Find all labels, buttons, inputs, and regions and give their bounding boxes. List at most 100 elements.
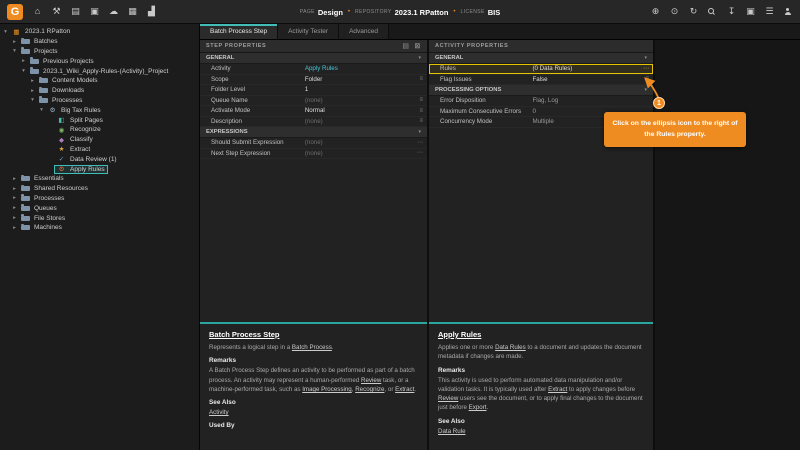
- tree-item-apply-rules[interactable]: ⚙Apply Rules: [0, 164, 199, 174]
- doc-link-review[interactable]: Review: [361, 377, 381, 384]
- tree-item-previous-projects[interactable]: ▸Previous Projects: [0, 56, 199, 66]
- download-icon[interactable]: ↧: [727, 7, 736, 16]
- doc-title-apply-rules[interactable]: Apply Rules: [438, 330, 644, 339]
- ellipsis-icon[interactable]: ⋯: [643, 66, 649, 72]
- tree-item-batches[interactable]: ▸Batches: [0, 37, 199, 47]
- save-icon[interactable]: ▤: [402, 42, 409, 50]
- doc-link-export[interactable]: Export: [469, 404, 487, 411]
- search-icon[interactable]: [708, 8, 717, 15]
- tree-item-queues[interactable]: ▸Queues: [0, 203, 199, 213]
- chevron-down-icon[interactable]: ▾: [2, 29, 9, 35]
- tree-item-2023-1-rpatton[interactable]: ▾▦2023.1 RPatton: [0, 27, 199, 37]
- menu-icon[interactable]: ≡: [645, 76, 649, 82]
- tree-item-content-models[interactable]: ▸Content Models: [0, 76, 199, 86]
- chevron-down-icon[interactable]: ▾: [20, 68, 27, 74]
- chevron-down-icon[interactable]: ▾: [11, 48, 18, 54]
- menu-icon[interactable]: ≡: [419, 97, 423, 103]
- doc-link-data-rules[interactable]: Data Rules: [495, 344, 526, 351]
- doc-link-image-processing[interactable]: Image Processing: [302, 386, 352, 393]
- chevron-collapse-icon[interactable]: ▾: [644, 87, 647, 93]
- chevron-right-icon[interactable]: ▸: [29, 88, 36, 94]
- tree-item-processes[interactable]: ▾Processes: [0, 96, 199, 106]
- chevron-right-icon[interactable]: ▸: [11, 176, 18, 182]
- refresh-icon[interactable]: ↻: [689, 7, 698, 16]
- batches-icon[interactable]: ▤: [71, 7, 80, 16]
- property-row-rules[interactable]: Rules(0 Data Rules)⋯: [429, 64, 653, 75]
- doc-link-extract[interactable]: Extract: [395, 386, 414, 393]
- property-row-next-step-expression[interactable]: Next Step Expression(none)⋯: [200, 149, 427, 160]
- layers-icon[interactable]: ☰: [765, 7, 774, 16]
- property-row-flag-issues[interactable]: Flag IssuesFalse≡: [429, 75, 653, 86]
- chevron-right-icon[interactable]: ▸: [20, 58, 27, 64]
- doc-title-batch-process-step[interactable]: Batch Process Step: [209, 330, 418, 339]
- projects-icon[interactable]: ▣: [90, 7, 99, 16]
- tree-item-content: File Stores: [18, 214, 68, 223]
- chevron-right-icon[interactable]: ▸: [11, 225, 18, 231]
- chevron-right-icon[interactable]: ▸: [11, 195, 18, 201]
- tree-item-essentials[interactable]: ▸Essentials: [0, 174, 199, 184]
- group-header-expressions[interactable]: EXPRESSIONS▾: [200, 127, 427, 138]
- tree-item-file-stores[interactable]: ▸File Stores: [0, 213, 199, 223]
- tab-advanced[interactable]: Advanced: [339, 24, 389, 39]
- chevron-down-icon[interactable]: ▾: [29, 97, 36, 103]
- tree-item-processes[interactable]: ▸Processes: [0, 194, 199, 204]
- tree-item-downloads[interactable]: ▸Downloads: [0, 86, 199, 96]
- tab-batch-process-step[interactable]: Batch Process Step: [200, 24, 278, 39]
- property-row-error-disposition[interactable]: ▸Error DispositionFlag, Log: [429, 96, 653, 107]
- chevron-right-icon[interactable]: ▸: [11, 186, 18, 192]
- group-header-general[interactable]: GENERAL▾: [200, 53, 427, 64]
- tree-item-shared-resources[interactable]: ▸Shared Resources: [0, 184, 199, 194]
- add-circle-icon[interactable]: ⊕: [651, 7, 660, 16]
- chevron-collapse-icon[interactable]: ▾: [644, 55, 647, 61]
- property-row-queue-name[interactable]: Queue Name(none)≡: [200, 96, 427, 107]
- doc-link-batch-process[interactable]: Batch Process: [292, 344, 332, 351]
- doc-link-activity[interactable]: Activity: [209, 409, 229, 416]
- property-row-folder-level[interactable]: Folder Level1: [200, 85, 427, 96]
- user-icon[interactable]: [784, 8, 793, 15]
- tab-activity-tester[interactable]: Activity Tester: [278, 24, 339, 39]
- ellipsis-icon[interactable]: ⋯: [417, 140, 423, 146]
- ellipsis-icon[interactable]: ⋯: [417, 150, 423, 156]
- home-icon[interactable]: ⌂: [33, 7, 42, 16]
- tree-item-classify[interactable]: ◆Classify: [0, 135, 199, 145]
- property-row-description[interactable]: Description(none)≡: [200, 117, 427, 128]
- doc-link-extract[interactable]: Extract: [548, 386, 567, 393]
- chevron-collapse-icon[interactable]: ▾: [418, 55, 421, 61]
- tree-item-data-review-1[interactable]: ✓Data Review (1): [0, 154, 199, 164]
- tree-item-2023-1-wiki-apply-rules-activity-project[interactable]: ▾2023.1_Wiki_Apply-Rules-(Activity)_Proj…: [0, 66, 199, 76]
- property-row-scope[interactable]: ScopeFolder≡: [200, 75, 427, 86]
- tree-item-projects[interactable]: ▾Projects: [0, 47, 199, 57]
- chevron-right-icon[interactable]: ▸: [11, 205, 18, 211]
- property-row-activate-mode[interactable]: Activate ModeNormal≡: [200, 106, 427, 117]
- doc-link-review[interactable]: Review: [438, 395, 458, 402]
- menu-icon[interactable]: ≡: [419, 108, 423, 114]
- group-header-general[interactable]: GENERAL▾: [429, 53, 653, 64]
- property-row-activity[interactable]: ▸ActivityApply Rules: [200, 64, 427, 75]
- stats-chart-icon[interactable]: ▟: [147, 7, 156, 16]
- property-row-should-submit-expression[interactable]: Should Submit Expression(none)⋯: [200, 138, 427, 149]
- tree-item-split-pages[interactable]: ◧Split Pages: [0, 115, 199, 125]
- tree-item-machines[interactable]: ▸Machines: [0, 223, 199, 233]
- doc-link-data-rule[interactable]: Data Rule: [438, 428, 466, 435]
- menu-icon[interactable]: ≡: [419, 118, 423, 124]
- group-header-processing-options[interactable]: PROCESSING OPTIONS▾: [429, 85, 653, 96]
- tree-item-recognize[interactable]: ◉Recognize: [0, 125, 199, 135]
- tree-item-extract[interactable]: ★Extract: [0, 145, 199, 155]
- app-logo[interactable]: G: [7, 4, 23, 20]
- doc-link-recognize[interactable]: Recognize: [355, 386, 384, 393]
- close-icon[interactable]: ⊠: [415, 42, 421, 50]
- chevron-right-icon[interactable]: ▸: [11, 215, 18, 221]
- menu-icon[interactable]: ≡: [419, 76, 423, 82]
- chevron-down-icon[interactable]: ▾: [38, 107, 45, 113]
- resources-icon[interactable]: ▦: [128, 7, 137, 16]
- tree-item-big-tax-rules[interactable]: ▾⚙Big Tax Rules: [0, 105, 199, 115]
- chevron-right-icon[interactable]: ▸: [11, 39, 18, 45]
- save-icon[interactable]: ▣: [746, 7, 755, 16]
- chevron-right-icon[interactable]: ▸: [29, 78, 36, 84]
- node-tree[interactable]: ▾▦2023.1 RPatton▸Batches▾Projects▸Previo…: [0, 24, 200, 450]
- chevron-collapse-icon[interactable]: ▾: [418, 129, 421, 135]
- tools-icon[interactable]: ⚒: [52, 7, 61, 16]
- record-circle-icon[interactable]: ⊙: [670, 7, 679, 16]
- cloud-upload-icon[interactable]: ☁: [109, 7, 118, 16]
- property-name: Folder Level: [211, 86, 305, 93]
